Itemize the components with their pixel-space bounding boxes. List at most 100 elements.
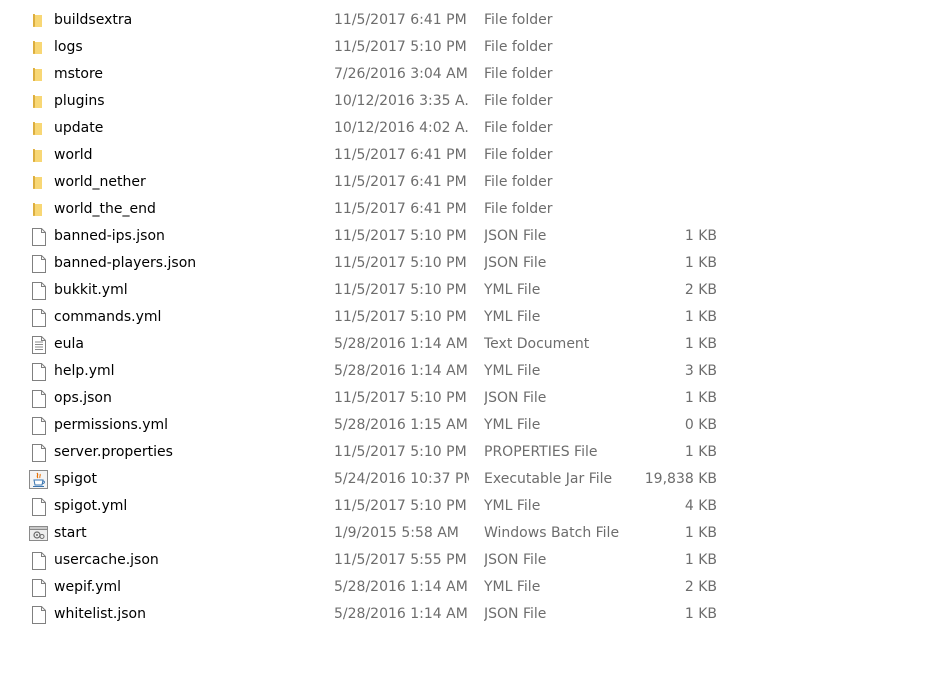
file-size: 1 KB <box>684 606 717 622</box>
file-name: ops.json <box>54 390 112 406</box>
file-row[interactable]: commands.yml 11/5/2017 5:10 PM YML File 1 K… <box>0 304 933 331</box>
file-row[interactable]: spigot.yml 11/5/2017 5:10 PM YML File 4 KB <box>0 493 933 520</box>
file-type: File folder <box>484 12 553 28</box>
file-date-modified: 11/5/2017 6:41 PM <box>334 12 467 28</box>
file-size: 19,838 KB <box>644 471 717 487</box>
file-name: buildsextra <box>54 12 133 28</box>
file-row[interactable]: world_nether 11/5/2017 6:41 PM File folder <box>0 169 933 196</box>
file-row[interactable]: help.yml 5/28/2016 1:14 AM YML File 3 KB <box>0 358 933 385</box>
file-row[interactable]: banned-ips.json 11/5/2017 5:10 PM JSON Fil… <box>0 223 933 250</box>
file-date-modified: 5/28/2016 1:15 AM <box>334 417 468 433</box>
file-row[interactable]: whitelist.json 5/28/2016 1:14 AM JSON File… <box>0 601 933 628</box>
file-icon <box>29 443 48 462</box>
folder-icon <box>29 65 48 84</box>
file-icon <box>29 254 48 273</box>
file-name: eula <box>54 336 84 352</box>
file-row[interactable]: eula 5/28/2016 1:14 AM Text Document 1 KB <box>0 331 933 358</box>
file-name: spigot.yml <box>54 498 128 514</box>
file-date-modified: 11/5/2017 5:10 PM <box>334 390 467 406</box>
file-name: commands.yml <box>54 309 162 325</box>
file-type: File folder <box>484 39 553 55</box>
file-date-modified: 11/5/2017 5:10 PM <box>334 255 467 271</box>
file-name: update <box>54 120 104 136</box>
file-date-modified: 11/5/2017 5:10 PM <box>334 444 467 460</box>
file-row[interactable]: bukkit.yml 11/5/2017 5:10 PM YML File 2 KB <box>0 277 933 304</box>
file-date-modified: 5/28/2016 1:14 AM <box>334 579 468 595</box>
file-size: 1 KB <box>684 525 717 541</box>
file-date-modified: 11/5/2017 5:55 PM <box>334 552 467 568</box>
file-type: File folder <box>484 174 553 190</box>
file-row[interactable]: world_the_end 11/5/2017 6:41 PM File folde… <box>0 196 933 223</box>
file-row[interactable]: logs 11/5/2017 5:10 PM File folder <box>0 34 933 61</box>
file-type: JSON File <box>484 390 547 406</box>
java-jar-icon <box>29 470 48 489</box>
file-row[interactable]: update 10/12/2016 4:02 A... File folder <box>0 115 933 142</box>
file-row[interactable]: ops.json 11/5/2017 5:10 PM JSON File 1 KB <box>0 385 933 412</box>
file-row[interactable]: start 1/9/2015 5:58 AM Windows Batch File 1… <box>0 520 933 547</box>
file-date-modified: 5/24/2016 10:37 PM <box>334 471 469 487</box>
file-name: server.properties <box>54 444 173 460</box>
file-size: 1 KB <box>684 336 717 352</box>
file-row[interactable]: server.properties 11/5/2017 5:10 PM PROPER… <box>0 439 933 466</box>
file-date-modified: 10/12/2016 4:02 A... <box>334 120 469 136</box>
file-row[interactable]: plugins 10/12/2016 3:35 A... File folder <box>0 88 933 115</box>
file-type: Text Document <box>484 336 590 352</box>
file-size: 1 KB <box>684 255 717 271</box>
file-name: spigot <box>54 471 98 487</box>
file-row[interactable]: wepif.yml 5/28/2016 1:14 AM YML File 2 KB <box>0 574 933 601</box>
file-size: 2 KB <box>684 282 717 298</box>
file-date-modified: 11/5/2017 5:10 PM <box>334 498 467 514</box>
file-name: wepif.yml <box>54 579 122 595</box>
file-name: permissions.yml <box>54 417 169 433</box>
file-size: 1 KB <box>684 552 717 568</box>
file-type: JSON File <box>484 606 547 622</box>
file-row[interactable]: banned-players.json 11/5/2017 5:10 PM JSON… <box>0 250 933 277</box>
file-name: plugins <box>54 93 105 109</box>
file-icon <box>29 281 48 300</box>
file-name: whitelist.json <box>54 606 146 622</box>
file-size: 3 KB <box>684 363 717 379</box>
file-row[interactable]: mstore 7/26/2016 3:04 AM File folder <box>0 61 933 88</box>
file-date-modified: 11/5/2017 5:10 PM <box>334 309 467 325</box>
file-size: 1 KB <box>684 228 717 244</box>
file-icon <box>29 308 48 327</box>
file-size: 1 KB <box>684 309 717 325</box>
file-type: File folder <box>484 201 553 217</box>
file-type: File folder <box>484 93 553 109</box>
file-type: File folder <box>484 66 553 82</box>
file-date-modified: 11/5/2017 6:41 PM <box>334 147 467 163</box>
file-name: world_the_end <box>54 201 156 217</box>
file-date-modified: 1/9/2015 5:58 AM <box>334 525 459 541</box>
file-row[interactable]: usercache.json 11/5/2017 5:55 PM JSON File… <box>0 547 933 574</box>
file-date-modified: 7/26/2016 3:04 AM <box>334 66 468 82</box>
file-date-modified: 5/28/2016 1:14 AM <box>334 363 468 379</box>
file-type: YML File <box>484 282 541 298</box>
file-size: 1 KB <box>684 390 717 406</box>
file-date-modified: 5/28/2016 1:14 AM <box>334 336 468 352</box>
file-name: help.yml <box>54 363 115 379</box>
folder-icon <box>29 92 48 111</box>
file-name: usercache.json <box>54 552 159 568</box>
file-date-modified: 11/5/2017 6:41 PM <box>334 201 467 217</box>
batch-file-icon <box>29 524 48 543</box>
file-date-modified: 5/28/2016 1:14 AM <box>334 606 468 622</box>
file-row[interactable]: spigot 5/24/2016 10:37 PM Executable Jar F… <box>0 466 933 493</box>
folder-icon <box>29 119 48 138</box>
file-type: JSON File <box>484 228 547 244</box>
file-row[interactable]: buildsextra 11/5/2017 6:41 PM File folder <box>0 7 933 34</box>
file-row[interactable]: world 11/5/2017 6:41 PM File folder <box>0 142 933 169</box>
file-icon <box>29 551 48 570</box>
file-icon <box>29 389 48 408</box>
file-type: YML File <box>484 417 541 433</box>
file-type: YML File <box>484 579 541 595</box>
file-size: 2 KB <box>684 579 717 595</box>
file-name: banned-players.json <box>54 255 197 271</box>
file-row[interactable]: permissions.yml 5/28/2016 1:15 AM YML File… <box>0 412 933 439</box>
file-type: JSON File <box>484 552 547 568</box>
file-name: mstore <box>54 66 104 82</box>
file-icon <box>29 227 48 246</box>
file-date-modified: 11/5/2017 5:10 PM <box>334 228 467 244</box>
file-size: 1 KB <box>684 444 717 460</box>
file-name: world <box>54 147 93 163</box>
folder-icon <box>29 38 48 57</box>
